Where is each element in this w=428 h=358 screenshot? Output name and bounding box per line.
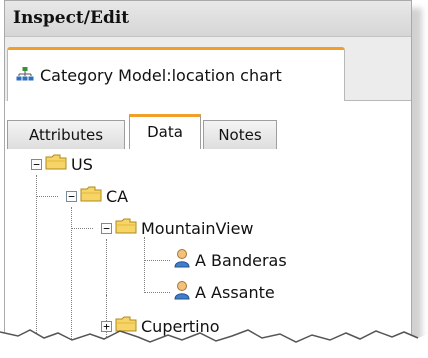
tree-node-ca-label: CA bbox=[106, 186, 129, 206]
hierarchy-icon bbox=[16, 66, 34, 86]
collapse-toggle-mountainview[interactable]: − bbox=[101, 223, 112, 234]
tree-node-assante-label: A Assante bbox=[195, 282, 275, 302]
panel-title: Inspect/Edit bbox=[5, 1, 411, 37]
user-icon bbox=[173, 248, 191, 272]
tab-data[interactable]: Data bbox=[129, 114, 201, 150]
tab-data-label: Data bbox=[147, 123, 183, 141]
tab-category-model-label: Category Model:location chart bbox=[40, 66, 282, 85]
tree-node-banderas-label: A Banderas bbox=[195, 250, 287, 270]
tree-node-us-label: US bbox=[71, 154, 93, 174]
user-icon bbox=[173, 280, 191, 304]
torn-edge-decoration bbox=[0, 329, 428, 358]
tree-line bbox=[36, 196, 58, 197]
collapse-toggle-ca[interactable]: − bbox=[66, 191, 77, 202]
tree-node-mountainview[interactable]: MountainView bbox=[115, 217, 254, 239]
tree-line bbox=[144, 237, 145, 293]
model-tab-bar: Category Model:location chart bbox=[5, 37, 411, 101]
tree-line bbox=[71, 228, 93, 229]
tab-attributes[interactable]: Attributes bbox=[7, 120, 125, 150]
tab-attributes-label: Attributes bbox=[28, 126, 104, 144]
tab-notes-label: Notes bbox=[218, 126, 262, 144]
folder-icon bbox=[80, 185, 102, 207]
subtab-strip: Attributes Data Notes bbox=[5, 101, 411, 150]
folder-icon bbox=[45, 153, 67, 175]
tree-node-ca[interactable]: CA bbox=[80, 185, 128, 207]
inspect-edit-panel: Inspect/Edit Category Model:location cha… bbox=[4, 0, 412, 352]
folder-icon bbox=[115, 217, 137, 239]
tree-node-mountainview-label: MountainView bbox=[141, 218, 254, 238]
collapse-toggle-us[interactable]: − bbox=[31, 159, 42, 170]
tree-node-banderas[interactable]: A Banderas bbox=[173, 249, 287, 271]
tree-node-us[interactable]: US bbox=[45, 153, 93, 175]
tree-line bbox=[144, 292, 170, 293]
tab-category-model[interactable]: Category Model:location chart bbox=[7, 47, 345, 101]
tree-line bbox=[144, 260, 170, 261]
tab-notes[interactable]: Notes bbox=[203, 120, 277, 150]
tree-node-assante[interactable]: A Assante bbox=[173, 281, 275, 303]
